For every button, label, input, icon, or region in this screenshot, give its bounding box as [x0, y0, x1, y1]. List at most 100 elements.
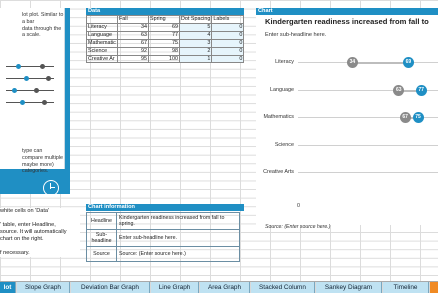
instructions-line: type can compare multiple	[22, 148, 64, 161]
subheadline-row: Sub-headline Enter sub-headline here.	[86, 229, 240, 247]
axis-zero-label: 0	[297, 203, 300, 209]
instructions-text-top: lot plot. Similar to a bar data through …	[22, 12, 64, 39]
note-line	[0, 215, 80, 222]
column-header-spring[interactable]: Spring	[148, 15, 180, 24]
note-line: ' table, enter Headline,	[0, 222, 56, 228]
tab-sankey-diagram[interactable]: Sankey Diagram	[316, 282, 382, 293]
subheadline-label: Sub-headline	[86, 229, 117, 247]
illustration-dot	[24, 76, 29, 81]
headline-label: Headline	[86, 212, 117, 230]
tab-deviation-bar-graph[interactable]: Deviation Bar Graph	[71, 282, 150, 293]
headline-row: Headline Kindergarten readiness increase…	[86, 212, 240, 230]
fall-cell[interactable]: 92	[117, 46, 149, 56]
instructions-text-bottom: type can compare multiple maybe more) ca…	[22, 148, 64, 175]
illustration-dot	[20, 100, 25, 105]
spring-cell[interactable]: 98	[148, 46, 180, 56]
table-row: Language 63 77 4 0	[86, 30, 245, 40]
data-section-header: Data	[86, 8, 244, 15]
note-line: source. It will automatically	[0, 229, 67, 235]
clock-icon[interactable]	[43, 180, 59, 196]
row-label-cell[interactable]: Science	[86, 46, 118, 56]
sheet-tab-bar: lot Slope Graph Deviation Bar Graph Line…	[0, 281, 438, 293]
illustration-dot	[46, 76, 51, 81]
note-line: white cells on 'Data'	[0, 208, 50, 214]
instructions-line: maybe more) categories.	[22, 161, 54, 175]
instructions-line: data through the	[22, 25, 62, 32]
column-header-labels[interactable]: Labels	[211, 15, 245, 24]
illustration-dot	[40, 64, 45, 69]
labels-cell[interactable]: 0	[211, 22, 245, 32]
category-label: Literacy	[275, 59, 294, 65]
labels-cell[interactable]: 0	[211, 46, 245, 56]
fall-data-point[interactable]: 63	[393, 85, 405, 96]
fall-cell[interactable]: 95	[117, 54, 149, 64]
chart-title: Kindergarten readiness increased from fa…	[265, 17, 429, 26]
fall-data-point[interactable]: 34	[346, 57, 358, 68]
row-label-cell[interactable]: Literacy	[86, 22, 118, 32]
illustration-row	[6, 64, 54, 69]
table-row: Mathematic 67 75 3 0	[86, 38, 245, 48]
instructions-line: a scale.	[22, 32, 41, 39]
spring-data-point[interactable]: 69	[402, 57, 414, 68]
category-label: Language	[270, 87, 294, 93]
data-table-header-row: Fall Spring Dot Spacing Labels	[86, 15, 245, 24]
headline-input[interactable]: Kindergarten readiness increased from fa…	[116, 212, 240, 230]
labels-cell[interactable]: 0	[211, 38, 245, 48]
fall-cell[interactable]: 63	[117, 30, 149, 40]
tab-area-graph[interactable]: Area Graph	[200, 282, 250, 293]
category-label: Creative Arts	[263, 169, 294, 175]
fall-data-point[interactable]: 67	[399, 112, 411, 123]
chart-information-table[interactable]: Headline Kindergarten readiness increase…	[86, 212, 240, 262]
table-row: Creative Ar 95 100 1 0	[86, 54, 245, 64]
note-line	[0, 243, 80, 250]
dot-spacing-cell[interactable]: 2	[178, 46, 213, 56]
tab-dot-plot[interactable]: lot	[0, 282, 16, 293]
table-row: Literacy 34 69 5 0	[86, 22, 245, 32]
illustration-dot	[42, 100, 47, 105]
subheadline-input[interactable]: Enter sub-headline here.	[116, 229, 240, 247]
dot-spacing-cell[interactable]: 1	[178, 54, 213, 64]
column-header-dot-spacing[interactable]: Dot Spacing	[178, 15, 213, 24]
tab-slope-graph[interactable]: Slope Graph	[17, 282, 70, 293]
tab-line-graph[interactable]: Line Graph	[151, 282, 199, 293]
column-header-fall[interactable]: Fall	[117, 15, 149, 24]
chart-subtitle: Enter sub-headline here.	[265, 32, 327, 38]
spring-cell[interactable]: 100	[148, 54, 180, 64]
source-label: Source	[86, 246, 117, 262]
row-label-cell[interactable]: Creative Ar	[86, 54, 118, 64]
spring-data-point[interactable]: 77	[415, 85, 427, 96]
source-input[interactable]: Source: (Enter source here.)	[116, 246, 240, 262]
fall-cell[interactable]: 67	[117, 38, 149, 48]
category-label: Science	[274, 142, 294, 148]
illustration-row	[6, 88, 54, 93]
category-gridline	[298, 172, 438, 173]
chart-section-header: Chart	[256, 8, 438, 15]
chart-source: Source: (Enter source here.)	[265, 224, 331, 230]
spring-data-point[interactable]: 75	[412, 112, 424, 123]
labels-cell[interactable]: 0	[211, 30, 245, 40]
instructions-card-body: lot plot. Similar to a bar data through …	[0, 8, 65, 174]
tab-timeline[interactable]: Timeline	[383, 282, 429, 293]
dot-spacing-cell[interactable]: 5	[178, 22, 213, 32]
dot-plot-chart[interactable]: Kindergarten readiness increased from fa…	[256, 15, 438, 230]
note-line: f necessary.	[0, 250, 30, 256]
dot-spacing-cell[interactable]: 3	[178, 38, 213, 48]
tab-stacked-column[interactable]: Stacked Column	[251, 282, 315, 293]
spring-cell[interactable]: 77	[148, 30, 180, 40]
table-row: Science 92 98 2 0	[86, 46, 245, 56]
illustration-dot	[16, 64, 21, 69]
spring-cell[interactable]: 75	[148, 38, 180, 48]
data-table[interactable]: Fall Spring Dot Spacing Labels Literacy …	[86, 15, 245, 64]
note-line: chart on the right.	[0, 236, 44, 242]
left-instruction-notes: white cells on 'Data' ' table, enter Hea…	[0, 208, 80, 257]
row-label-cell[interactable]: Language	[86, 30, 118, 40]
instructions-line: lot plot. Similar to a bar	[22, 12, 64, 25]
row-label-cell[interactable]: Mathematic	[86, 38, 118, 48]
column-header[interactable]	[86, 15, 118, 24]
fall-cell[interactable]: 34	[117, 22, 149, 32]
category-label: Mathematics	[263, 114, 294, 120]
dot-spacing-cell[interactable]: 4	[178, 30, 213, 40]
labels-cell[interactable]: 0	[211, 54, 245, 64]
scroll-tab-right[interactable]	[430, 282, 438, 293]
spring-cell[interactable]: 69	[148, 22, 180, 32]
